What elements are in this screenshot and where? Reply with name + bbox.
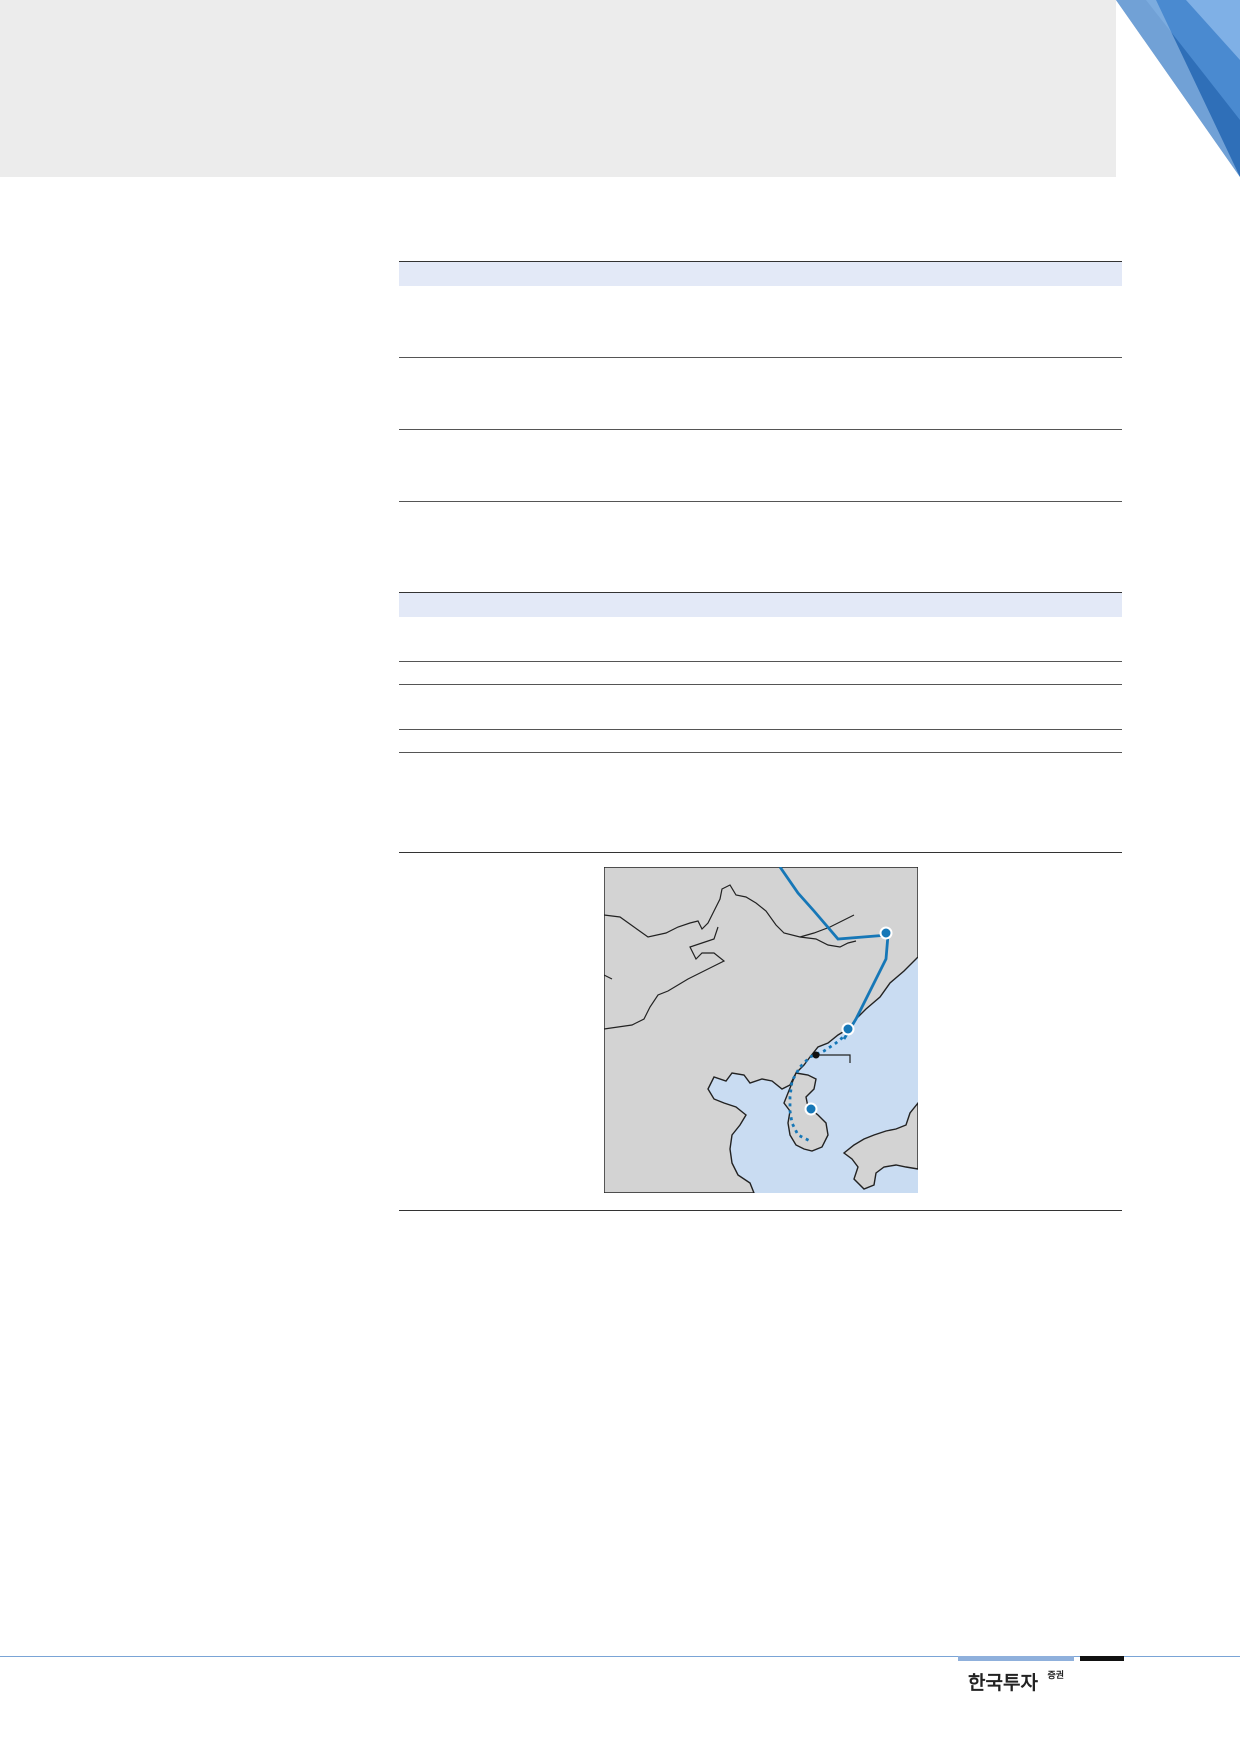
map-figure xyxy=(399,852,1122,1211)
brand-logo: 한국투자 증권 xyxy=(968,1668,1064,1695)
map xyxy=(604,867,918,1193)
footer-black-bar xyxy=(1080,1656,1124,1661)
table-1 xyxy=(399,261,1122,502)
table-row xyxy=(399,430,1122,502)
table-2 xyxy=(399,592,1122,753)
corner-decoration-icon xyxy=(1116,0,1240,177)
brand-name: 한국투자 xyxy=(968,1672,1038,1694)
brand-suffix: 증권 xyxy=(1047,1671,1065,1681)
table-row xyxy=(399,685,1122,730)
table-1-header xyxy=(399,262,1122,286)
map-svg xyxy=(604,867,918,1193)
footer-accent-bar xyxy=(958,1656,1074,1661)
route-node-marker xyxy=(841,1022,855,1036)
route-node-marker xyxy=(804,1102,818,1116)
branch-point-marker xyxy=(812,1051,820,1059)
table-row xyxy=(399,358,1122,430)
table-row xyxy=(399,286,1122,358)
table-2-header xyxy=(399,593,1122,617)
route-node-marker xyxy=(879,926,893,940)
table-row xyxy=(399,730,1122,753)
table-row xyxy=(399,662,1122,685)
header-band xyxy=(0,0,1116,177)
table-row xyxy=(399,617,1122,662)
